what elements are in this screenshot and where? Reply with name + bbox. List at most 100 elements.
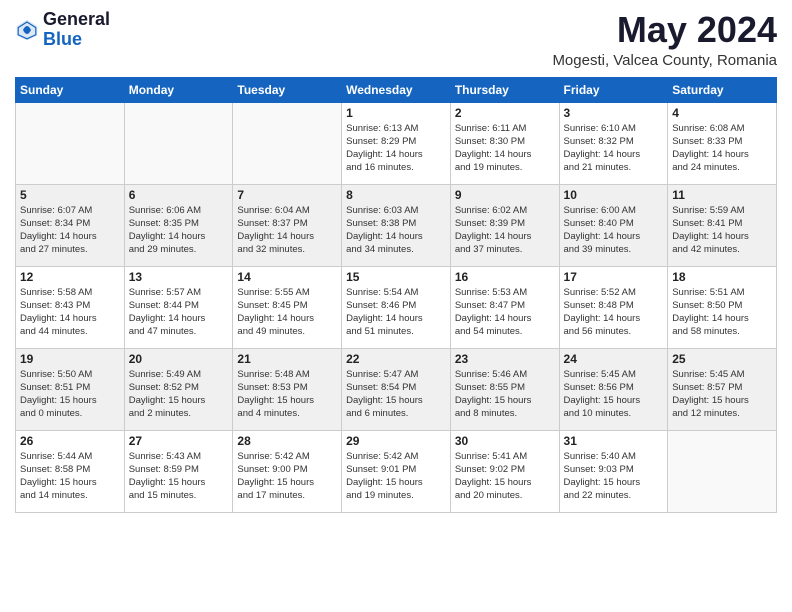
day-number: 27: [129, 434, 229, 448]
day-info: Sunrise: 6:02 AM Sunset: 8:39 PM Dayligh…: [455, 204, 555, 257]
logo-icon: [15, 18, 39, 42]
day-info: Sunrise: 5:44 AM Sunset: 8:58 PM Dayligh…: [20, 450, 120, 503]
day-number: 4: [672, 106, 772, 120]
table-row: 10Sunrise: 6:00 AM Sunset: 8:40 PM Dayli…: [559, 184, 668, 266]
table-row: 7Sunrise: 6:04 AM Sunset: 8:37 PM Daylig…: [233, 184, 342, 266]
table-row: [124, 102, 233, 184]
day-number: 12: [20, 270, 120, 284]
table-row: [233, 102, 342, 184]
day-info: Sunrise: 5:51 AM Sunset: 8:50 PM Dayligh…: [672, 286, 772, 339]
header-friday: Friday: [559, 77, 668, 102]
table-row: 21 Sunrise: 5:48 AM Sunset: 8:53 PM Dayli…: [233, 348, 342, 430]
table-row: 2 Sunrise: 6:11 AM Sunset: 8:30 PM Daylig…: [450, 102, 559, 184]
day-number: 19: [20, 352, 120, 366]
day-info: Sunrise: 5:55 AM Sunset: 8:45 PM Dayligh…: [237, 286, 337, 339]
day-info: Sunrise: 5:47 AM Sunset: 8:54 PM Dayligh…: [346, 368, 446, 421]
table-row: [668, 430, 777, 512]
logo-general: General: [43, 9, 110, 29]
table-row: 30Sunrise: 5:41 AM Sunset: 9:02 PM Dayli…: [450, 430, 559, 512]
table-row: 5 Sunrise: 6:07 AM Sunset: 8:34 PM Daylig…: [16, 184, 125, 266]
day-info: Sunrise: 5:45 AM Sunset: 8:56 PM Dayligh…: [564, 368, 664, 421]
day-number: 8: [346, 188, 446, 202]
table-row: 27 Sunrise: 5:43 AM Sunset: 8:59 PM Dayli…: [124, 430, 233, 512]
table-row: 24Sunrise: 5:45 AM Sunset: 8:56 PM Dayli…: [559, 348, 668, 430]
day-number: 23: [455, 352, 555, 366]
weekday-header-row: Sunday Monday Tuesday Wednesday Thursday…: [16, 77, 777, 102]
day-info: Sunrise: 5:43 AM Sunset: 8:59 PM Dayligh…: [129, 450, 229, 503]
calendar: Sunday Monday Tuesday Wednesday Thursday…: [15, 77, 777, 513]
day-number: 7: [237, 188, 337, 202]
table-row: 1Sunrise: 6:13 AM Sunset: 8:29 PM Daylig…: [342, 102, 451, 184]
day-number: 14: [237, 270, 337, 284]
day-number: 22: [346, 352, 446, 366]
header-wednesday: Wednesday: [342, 77, 451, 102]
day-number: 17: [564, 270, 664, 284]
logo-blue: Blue: [43, 29, 82, 49]
day-info: Sunrise: 5:52 AM Sunset: 8:48 PM Dayligh…: [564, 286, 664, 339]
day-number: 25: [672, 352, 772, 366]
day-info: Sunrise: 5:42 AM Sunset: 9:01 PM Dayligh…: [346, 450, 446, 503]
day-info: Sunrise: 6:13 AM Sunset: 8:29 PM Dayligh…: [346, 122, 446, 175]
day-number: 21: [237, 352, 337, 366]
calendar-week-row: 5 Sunrise: 6:07 AM Sunset: 8:34 PM Daylig…: [16, 184, 777, 266]
day-info: Sunrise: 5:46 AM Sunset: 8:55 PM Dayligh…: [455, 368, 555, 421]
day-info: Sunrise: 5:57 AM Sunset: 8:44 PM Dayligh…: [129, 286, 229, 339]
day-number: 15: [346, 270, 446, 284]
table-row: [16, 102, 125, 184]
table-row: 23 Sunrise: 5:46 AM Sunset: 8:55 PM Dayli…: [450, 348, 559, 430]
header-thursday: Thursday: [450, 77, 559, 102]
page: General Blue May 2024 Mogesti, Valcea Co…: [0, 0, 792, 612]
calendar-week-row: 26 Sunrise: 5:44 AM Sunset: 8:58 PM Dayli…: [16, 430, 777, 512]
day-info: Sunrise: 5:50 AM Sunset: 8:51 PM Dayligh…: [20, 368, 120, 421]
day-number: 6: [129, 188, 229, 202]
table-row: 6Sunrise: 6:06 AM Sunset: 8:35 PM Daylig…: [124, 184, 233, 266]
header-tuesday: Tuesday: [233, 77, 342, 102]
day-info: Sunrise: 5:48 AM Sunset: 8:53 PM Dayligh…: [237, 368, 337, 421]
day-info: Sunrise: 5:53 AM Sunset: 8:47 PM Dayligh…: [455, 286, 555, 339]
calendar-week-row: 12 Sunrise: 5:58 AM Sunset: 8:43 PM Dayli…: [16, 266, 777, 348]
table-row: 11 Sunrise: 5:59 AM Sunset: 8:41 PM Dayli…: [668, 184, 777, 266]
table-row: 12 Sunrise: 5:58 AM Sunset: 8:43 PM Dayli…: [16, 266, 125, 348]
day-info: Sunrise: 6:07 AM Sunset: 8:34 PM Dayligh…: [20, 204, 120, 257]
day-number: 29: [346, 434, 446, 448]
day-info: Sunrise: 5:42 AM Sunset: 9:00 PM Dayligh…: [237, 450, 337, 503]
table-row: 26 Sunrise: 5:44 AM Sunset: 8:58 PM Dayli…: [16, 430, 125, 512]
table-row: 3 Sunrise: 6:10 AM Sunset: 8:32 PM Daylig…: [559, 102, 668, 184]
day-info: Sunrise: 6:08 AM Sunset: 8:33 PM Dayligh…: [672, 122, 772, 175]
day-number: 31: [564, 434, 664, 448]
day-number: 2: [455, 106, 555, 120]
day-number: 3: [564, 106, 664, 120]
day-info: Sunrise: 5:45 AM Sunset: 8:57 PM Dayligh…: [672, 368, 772, 421]
day-number: 9: [455, 188, 555, 202]
table-row: 31 Sunrise: 5:40 AM Sunset: 9:03 PM Dayli…: [559, 430, 668, 512]
day-info: Sunrise: 5:49 AM Sunset: 8:52 PM Dayligh…: [129, 368, 229, 421]
day-info: Sunrise: 5:58 AM Sunset: 8:43 PM Dayligh…: [20, 286, 120, 339]
table-row: 29 Sunrise: 5:42 AM Sunset: 9:01 PM Dayli…: [342, 430, 451, 512]
day-info: Sunrise: 6:10 AM Sunset: 8:32 PM Dayligh…: [564, 122, 664, 175]
calendar-week-row: 1Sunrise: 6:13 AM Sunset: 8:29 PM Daylig…: [16, 102, 777, 184]
table-row: 19 Sunrise: 5:50 AM Sunset: 8:51 PM Dayli…: [16, 348, 125, 430]
day-number: 16: [455, 270, 555, 284]
day-info: Sunrise: 5:40 AM Sunset: 9:03 PM Dayligh…: [564, 450, 664, 503]
table-row: 8 Sunrise: 6:03 AM Sunset: 8:38 PM Daylig…: [342, 184, 451, 266]
day-number: 20: [129, 352, 229, 366]
table-row: 15Sunrise: 5:54 AM Sunset: 8:46 PM Dayli…: [342, 266, 451, 348]
header: General Blue May 2024 Mogesti, Valcea Co…: [15, 10, 777, 69]
day-number: 11: [672, 188, 772, 202]
logo: General Blue: [15, 10, 110, 50]
day-info: Sunrise: 6:03 AM Sunset: 8:38 PM Dayligh…: [346, 204, 446, 257]
day-info: Sunrise: 5:59 AM Sunset: 8:41 PM Dayligh…: [672, 204, 772, 257]
day-number: 30: [455, 434, 555, 448]
table-row: 20 Sunrise: 5:49 AM Sunset: 8:52 PM Dayli…: [124, 348, 233, 430]
table-row: 25 Sunrise: 5:45 AM Sunset: 8:57 PM Dayli…: [668, 348, 777, 430]
table-row: 14 Sunrise: 5:55 AM Sunset: 8:45 PM Dayli…: [233, 266, 342, 348]
table-row: 22 Sunrise: 5:47 AM Sunset: 8:54 PM Dayli…: [342, 348, 451, 430]
day-info: Sunrise: 6:11 AM Sunset: 8:30 PM Dayligh…: [455, 122, 555, 175]
day-number: 26: [20, 434, 120, 448]
table-row: 13Sunrise: 5:57 AM Sunset: 8:44 PM Dayli…: [124, 266, 233, 348]
title-block: May 2024 Mogesti, Valcea County, Romania: [552, 10, 777, 69]
table-row: 17 Sunrise: 5:52 AM Sunset: 8:48 PM Dayli…: [559, 266, 668, 348]
table-row: 16 Sunrise: 5:53 AM Sunset: 8:47 PM Dayli…: [450, 266, 559, 348]
table-row: 18Sunrise: 5:51 AM Sunset: 8:50 PM Dayli…: [668, 266, 777, 348]
day-number: 5: [20, 188, 120, 202]
